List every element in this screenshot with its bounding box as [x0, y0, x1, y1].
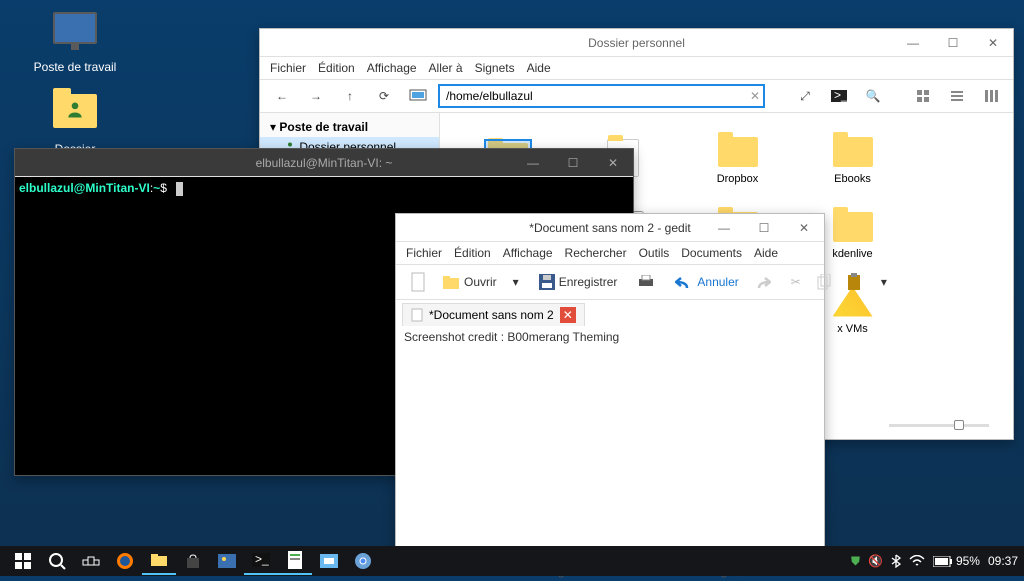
menu-file[interactable]: Fichier — [270, 61, 306, 75]
maximize-button[interactable]: ☐ — [744, 214, 784, 242]
menu-documents[interactable]: Documents — [681, 246, 742, 260]
volume-icon[interactable]: 🔇 — [868, 554, 883, 568]
bluetooth-icon[interactable] — [891, 554, 901, 568]
copy-button[interactable] — [811, 271, 837, 293]
system-tray: ⛊ 🔇 95% 09:37 — [851, 554, 1018, 569]
start-button[interactable] — [6, 547, 40, 575]
tab-bar: *Document sans nom 2 ✕ — [396, 300, 824, 326]
view-list[interactable] — [943, 84, 971, 108]
address-bar[interactable] — [438, 84, 765, 108]
maximize-button[interactable]: ☐ — [933, 29, 973, 57]
menu-bookmarks[interactable]: Signets — [475, 61, 515, 75]
screenshot-icon[interactable] — [312, 547, 346, 575]
redo-button[interactable] — [749, 272, 777, 292]
editor-content: Screenshot credit : B00merang Theming — [404, 330, 619, 344]
paste-button[interactable] — [841, 270, 867, 294]
new-file-button[interactable] — [404, 269, 432, 295]
forward-button[interactable]: → — [302, 84, 330, 108]
minimize-button[interactable]: — — [513, 149, 553, 177]
menubar: Fichier Édition Affichage Aller à Signet… — [260, 57, 1013, 80]
menu-help[interactable]: Aide — [527, 61, 551, 75]
wifi-icon[interactable] — [909, 555, 925, 567]
clock[interactable]: 09:37 — [988, 554, 1018, 568]
file-item[interactable]: Dropbox — [680, 123, 795, 198]
svg-text:>_: >_ — [255, 553, 269, 566]
close-button[interactable]: ✕ — [593, 149, 633, 177]
zoom-slider[interactable] — [889, 424, 989, 427]
menu-tools[interactable]: Outils — [639, 246, 670, 260]
sidebar-root[interactable]: ▾ Poste de travail — [260, 117, 439, 137]
terminal-task[interactable]: >_ — [244, 547, 278, 575]
search-task-icon[interactable] — [40, 547, 74, 575]
file-item[interactable]: Ebooks — [795, 123, 910, 198]
titlebar[interactable]: *Document sans nom 2 - gedit — ☐ ✕ — [396, 214, 824, 242]
window-title: Dossier personnel — [588, 36, 685, 50]
close-button[interactable]: ✕ — [784, 214, 824, 242]
terminal-cursor — [176, 182, 183, 196]
computer-icon[interactable] — [404, 84, 432, 108]
toolbar: ← → ↑ ⟳ ✕ ⤢ >_ 🔍 — [260, 80, 1013, 113]
back-button[interactable]: ← — [268, 84, 296, 108]
window-title: *Document sans nom 2 - gedit — [529, 221, 690, 235]
search-icon[interactable]: 🔍 — [859, 84, 887, 108]
menu-go[interactable]: Aller à — [429, 61, 463, 75]
clear-address[interactable]: ✕ — [741, 84, 769, 108]
menu-help[interactable]: Aide — [754, 246, 778, 260]
svg-text:>_: >_ — [834, 90, 847, 102]
maximize-button[interactable]: ☐ — [553, 149, 593, 177]
menu-file[interactable]: Fichier — [406, 246, 442, 260]
menu-view[interactable]: Affichage — [367, 61, 417, 75]
chromium-icon[interactable] — [346, 547, 380, 575]
editor-area[interactable]: Screenshot credit : B00merang Theming — [396, 326, 824, 546]
menubar: Fichier Édition Affichage Rechercher Out… — [396, 242, 824, 265]
close-button[interactable]: ✕ — [973, 29, 1013, 57]
terminal-icon[interactable]: >_ — [825, 84, 853, 108]
firefox-icon[interactable] — [108, 547, 142, 575]
expand-icon[interactable]: ⤢ — [791, 84, 819, 108]
menu-search[interactable]: Rechercher — [565, 246, 627, 260]
save-button[interactable]: Enregistrer — [533, 271, 624, 293]
view-compact[interactable] — [977, 84, 1005, 108]
prompt-user: elbullazul@MinTitan-VI — [19, 181, 150, 195]
window-title: elbullazul@MinTitan-VI: ~ — [256, 156, 393, 170]
titlebar[interactable]: elbullazul@MinTitan-VI: ~ — ☐ ✕ — [15, 149, 633, 177]
menu-view[interactable]: Affichage — [503, 246, 553, 260]
undo-button[interactable]: Annuler — [669, 272, 744, 292]
battery-indicator[interactable]: 95% — [933, 554, 980, 568]
toolbar-overflow[interactable]: ▾ — [875, 272, 893, 292]
open-button[interactable]: Ouvrir — [436, 271, 503, 293]
desktop-icon-workstation[interactable]: Poste de travail — [30, 12, 120, 74]
taskview-icon[interactable] — [74, 547, 108, 575]
desktop-icon-label: Poste de travail — [30, 60, 120, 74]
menu-edit[interactable]: Édition — [454, 246, 491, 260]
store-icon[interactable] — [176, 547, 210, 575]
minimize-button[interactable]: — — [893, 29, 933, 57]
minimize-button[interactable]: — — [704, 214, 744, 242]
shield-icon[interactable]: ⛊ — [851, 554, 860, 569]
print-button[interactable] — [631, 272, 661, 292]
open-dropdown[interactable]: ▾ — [507, 272, 525, 292]
cut-button[interactable]: ✂ — [785, 272, 807, 292]
reload-button[interactable]: ⟳ — [370, 84, 398, 108]
toolbar: Ouvrir ▾ Enregistrer Annuler ✂ ▾ — [396, 265, 824, 300]
gedit-task[interactable] — [278, 547, 312, 575]
menu-edit[interactable]: Édition — [318, 61, 355, 75]
image-viewer-icon[interactable] — [210, 547, 244, 575]
view-icons[interactable] — [909, 84, 937, 108]
up-button[interactable]: ↑ — [336, 84, 364, 108]
gedit-window: *Document sans nom 2 - gedit — ☐ ✕ Fichi… — [395, 213, 825, 548]
titlebar[interactable]: Dossier personnel — ☐ ✕ — [260, 29, 1013, 57]
taskbar: >_ ⛊ 🔇 95% 09:37 — [0, 546, 1024, 576]
document-tab[interactable]: *Document sans nom 2 ✕ — [402, 303, 585, 326]
close-tab-icon[interactable]: ✕ — [560, 307, 576, 323]
file-explorer-task[interactable] — [142, 547, 176, 575]
